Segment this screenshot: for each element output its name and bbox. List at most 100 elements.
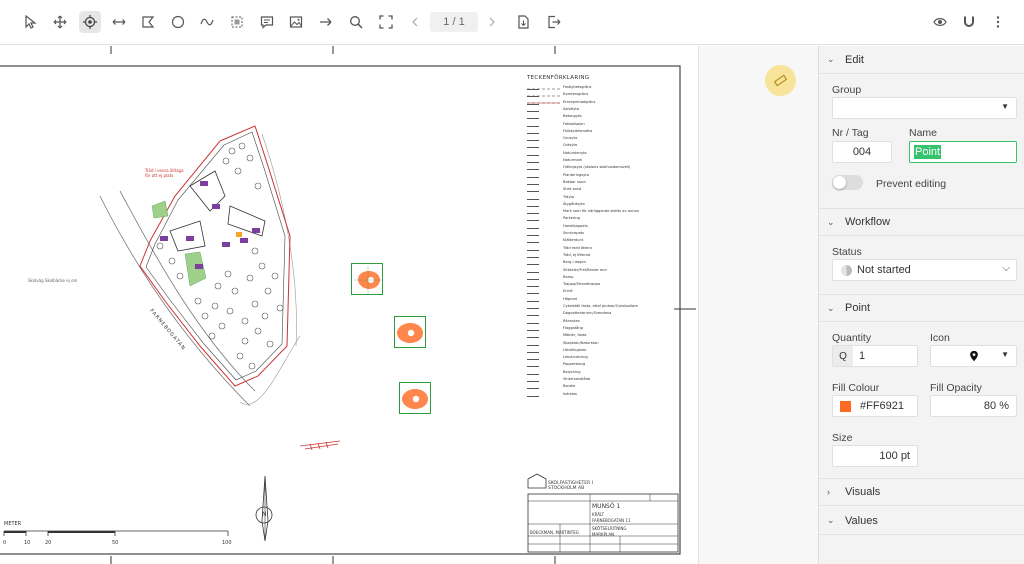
comment-tool-button[interactable] [256,11,278,33]
legend-symbol [527,386,539,390]
expand-corners-icon [379,15,393,29]
edit-section-header[interactable]: ⌄ Edit [819,46,1024,74]
size-input[interactable]: 100 pt [832,445,918,467]
pan-tool-button[interactable] [49,11,71,33]
legend-symbol [527,153,539,156]
status-select[interactable]: Not started ⌵ [832,259,1017,281]
legend-item: Utrotlingsbar [527,348,677,355]
legend-item: Trappa/Strandtrappa [527,282,677,289]
pin-icon [402,389,428,409]
zoom-tool-button[interactable] [345,11,367,33]
point-section-header[interactable]: ⌄ Point [819,294,1024,322]
legend-item: Klätterdunt [527,238,677,245]
export-pdf-button[interactable] [512,11,534,33]
legend-item-label: Dagvattenbrunn/Grendena [563,311,612,316]
point-marker[interactable] [399,382,431,414]
legend-symbol [527,94,539,98]
legend-item: Flaggstång [527,326,677,333]
visibility-button[interactable] [929,11,951,33]
icon-select[interactable]: ▼ [930,345,1017,367]
ellipse-tool-button[interactable] [167,11,189,33]
legend-item: Parkering [527,216,677,223]
legend-item: Vintersandlåda [527,377,677,384]
image-tool-button[interactable] [285,11,307,33]
legend-item: Möbler, fasta [527,333,677,340]
measure-tool-button[interactable] [108,11,130,33]
snap-button[interactable] [958,11,980,33]
legend-symbol [527,167,539,171]
magnet-icon [964,16,974,27]
legend-symbol [527,270,539,273]
legend-symbol [527,131,539,134]
area-tool-button[interactable] [226,11,248,33]
drawing-type: SKÖTSELRITNING [592,526,627,531]
legend-symbol [527,211,539,215]
colour-swatch[interactable] [840,400,851,412]
page-indicator[interactable]: 1 / 1 [430,12,478,32]
legend-item-label: Skapston/Naturston [563,340,599,345]
drawing-canvas[interactable]: TECKENFÖRKLARING Fastighetsgräns Kvarters… [0,46,818,564]
point-marker[interactable] [394,316,426,348]
map-pin-icon [969,350,978,362]
name-input[interactable]: Point [909,141,1017,163]
polygon-icon [142,16,155,28]
arrow-right-icon [320,18,332,26]
legend-symbol [527,189,539,193]
signer-name: BOECKMAN, MARTINTEG [530,530,579,535]
legend-item: Naturmark [527,158,677,165]
point-tool-button[interactable] [79,11,101,33]
status-label: Status [832,246,862,258]
legend-symbol [527,87,539,90]
polygon-tool-button[interactable] [137,11,159,33]
fill-opacity-input[interactable]: 80 % [930,395,1017,417]
pin-icon [354,266,382,294]
legend-item: Träd med ättera [527,246,677,253]
legend-symbol [527,328,539,331]
canvas-margin [698,46,818,564]
scale-tick-20: 20 [45,540,52,546]
legend-item-label: Möbler, fasta [563,333,587,338]
legend-item-label: Asfaltyta [563,106,579,111]
group-select[interactable]: ▼ [832,97,1017,119]
legend-symbol [527,321,539,324]
ruler-icon [774,74,787,87]
prevent-editing-toggle[interactable] [832,175,863,190]
quantity-prefix: Q [833,346,853,366]
values-section-header[interactable]: ⌄ Values [819,507,1024,535]
workflow-section-header[interactable]: ⌄ Workflow [819,208,1024,236]
legend-item-label: Parkering [563,216,580,221]
measure-badge[interactable] [765,65,796,96]
visuals-section-header[interactable]: › Visuals [819,478,1024,506]
select-tool-button[interactable] [19,11,41,33]
fill-colour-input[interactable]: #FF6921 [832,395,918,417]
legend-symbol [527,240,539,244]
chevron-right-icon: › [827,487,830,497]
prev-page-button[interactable] [404,11,426,33]
arrow-tool-button[interactable] [315,11,337,33]
legend-symbol [527,343,539,346]
legend-symbol [527,248,539,251]
chevron-left-icon [412,17,418,27]
more-options-button[interactable] [987,11,1009,33]
legend-item-label: Rondie [563,384,576,389]
legend-item: Träyta [527,195,677,202]
quantity-label: Quantity [832,332,872,344]
image-icon [289,16,303,28]
legend-symbol [527,357,539,361]
legend-item: Isdrelas [527,392,677,399]
legend-item: Gräsyta [527,143,677,150]
toolbar: 1 / 1 [0,0,1024,45]
quantity-input[interactable]: Q 1 [832,345,918,367]
legend-item-label: Naturmark [563,158,583,162]
point-marker-selected[interactable] [351,263,383,295]
fit-screen-button[interactable] [375,11,397,33]
legend-item: Entreprenadgräns [527,100,677,107]
caret-down-icon: ▼ [1001,102,1009,111]
nr-tag-input[interactable]: 004 [832,141,892,163]
legend-item: Cykelställ fasta, ettal plutsar/Cykelpol… [527,304,677,311]
next-page-button[interactable] [481,11,503,33]
speech-bubble-icon [260,16,274,29]
legend-symbol [527,350,539,353]
freehand-tool-button[interactable] [196,11,218,33]
exit-button[interactable] [543,11,565,33]
